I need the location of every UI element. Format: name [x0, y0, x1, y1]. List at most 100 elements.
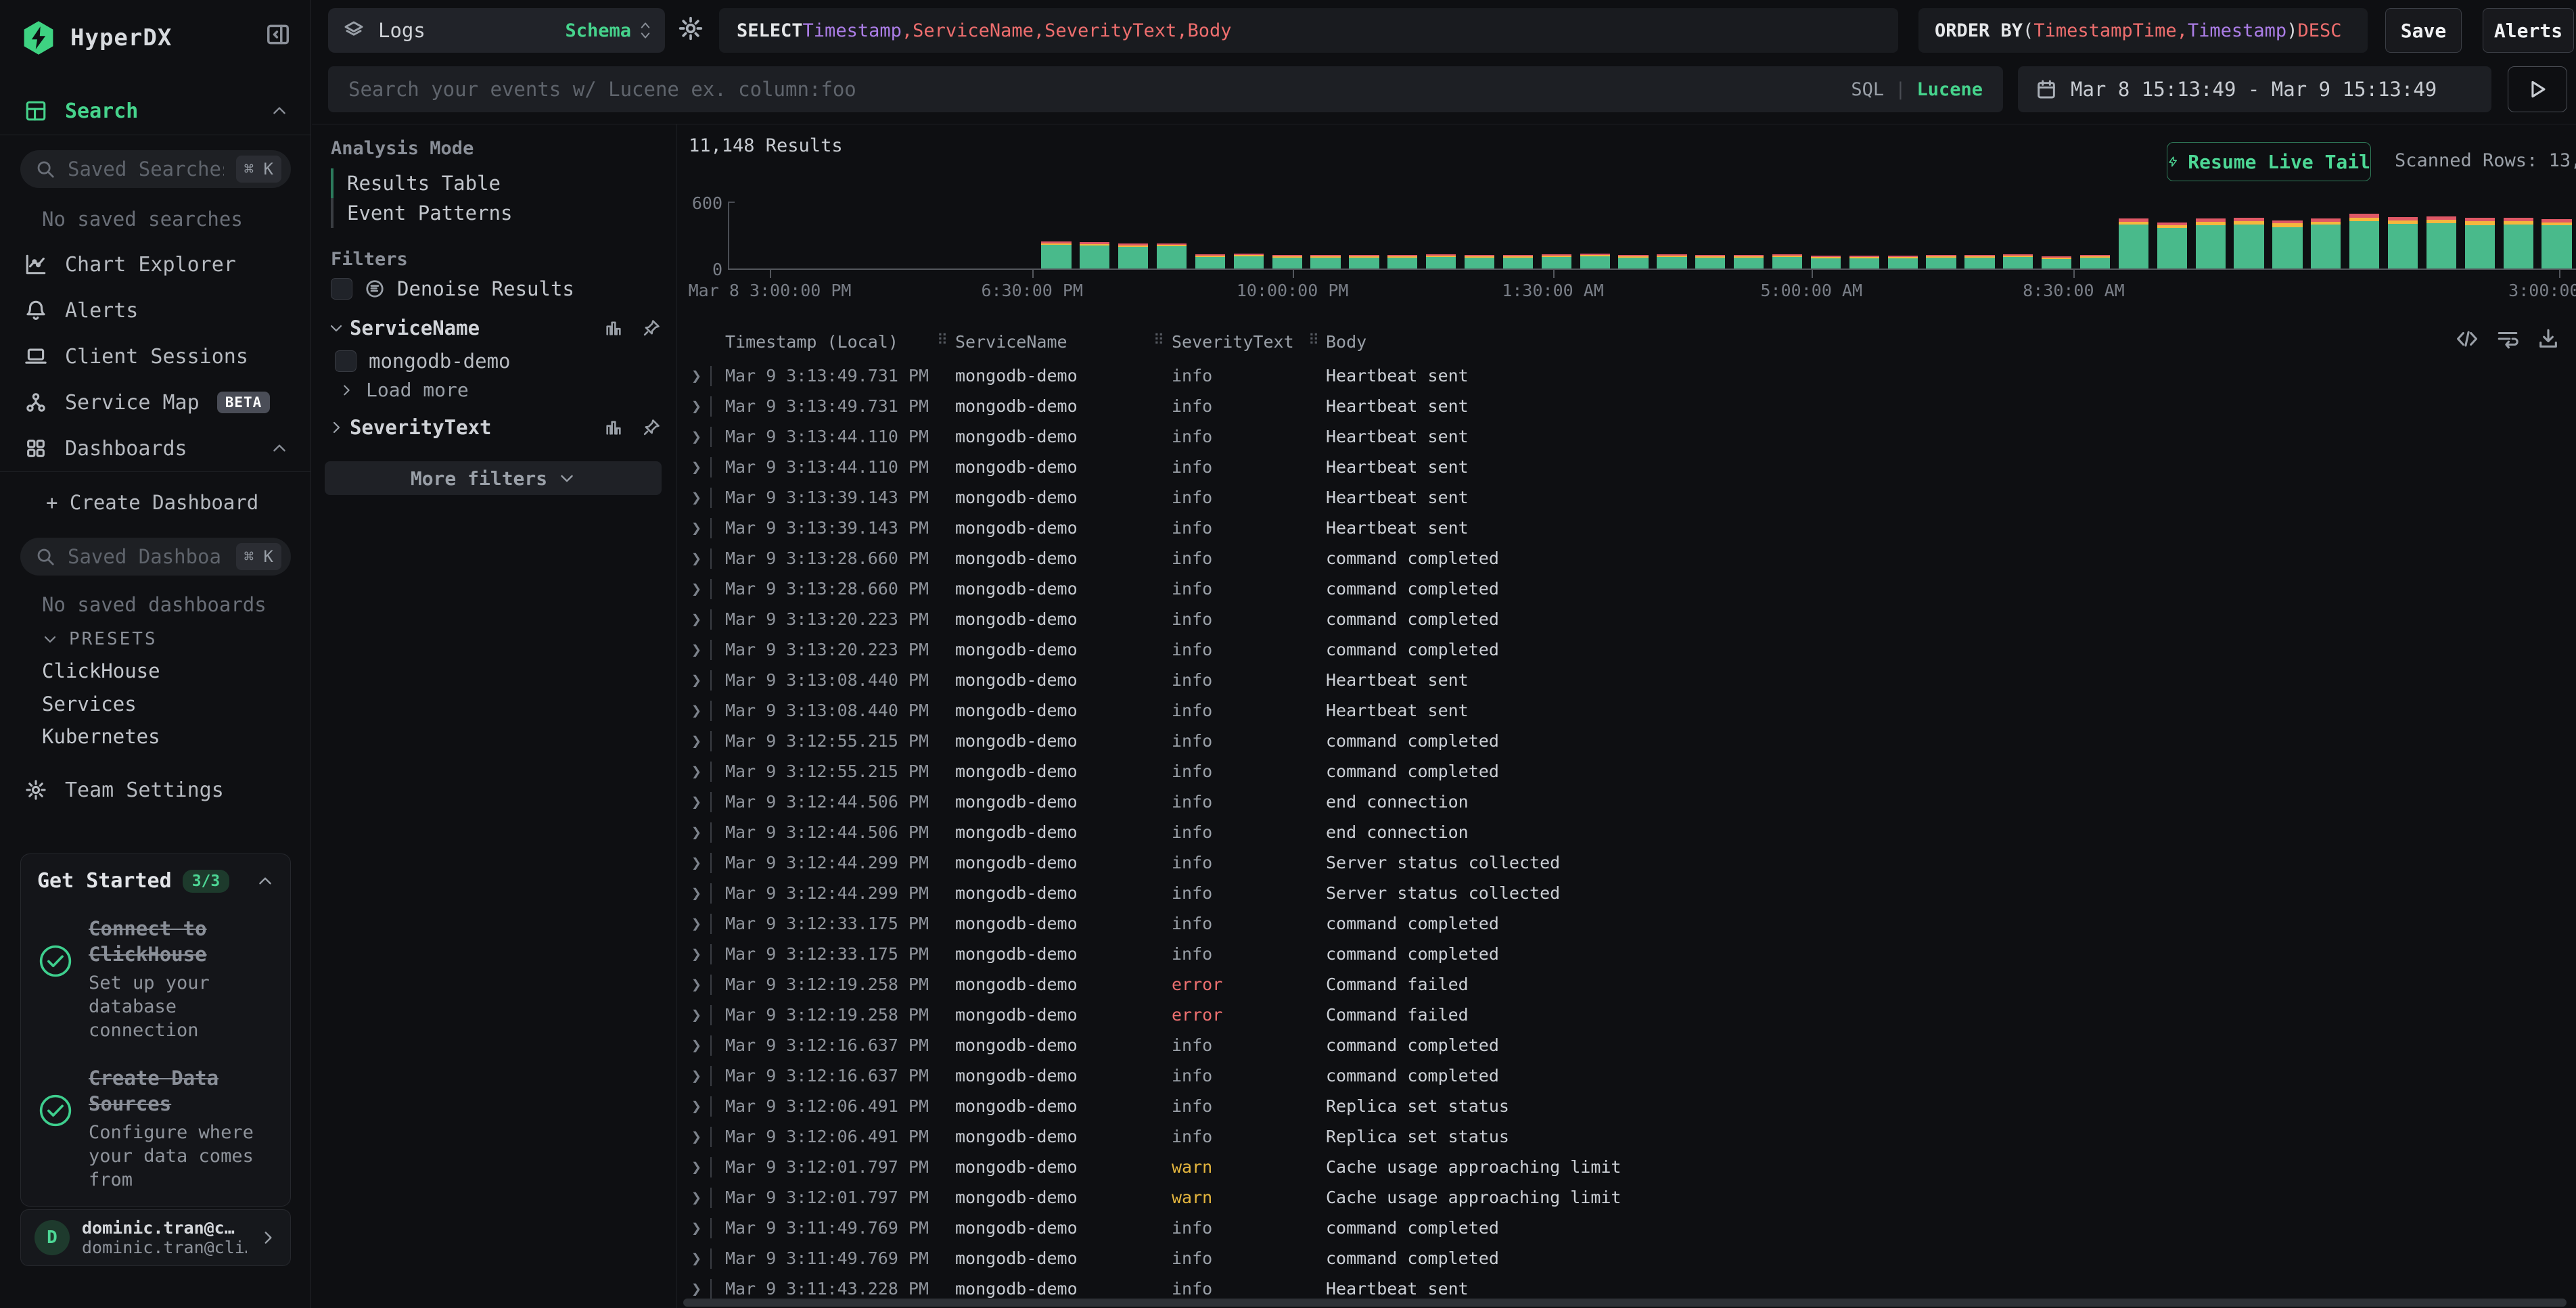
- log-row[interactable]: ❯Mar 9 3:12:55.215 PMmongodb-demoinfocom…: [683, 726, 2576, 756]
- event-search-input[interactable]: Search your events w/ Lucene ex. column:…: [328, 66, 2003, 112]
- histogram-bin[interactable]: [2038, 203, 2076, 268]
- alerts-button[interactable]: Alerts: [2483, 8, 2574, 53]
- pin-icon[interactable]: [642, 319, 661, 337]
- histogram-bin[interactable]: [2076, 203, 2115, 268]
- save-button[interactable]: Save: [2385, 8, 2462, 53]
- log-row[interactable]: ❯Mar 9 3:13:49.731 PMmongodb-demoinfoHea…: [683, 391, 2576, 421]
- pin-icon[interactable]: [642, 418, 661, 437]
- sidebar-item-chart-explorer[interactable]: Chart Explorer: [0, 246, 311, 283]
- drag-handle-icon[interactable]: ⠿: [1153, 332, 1162, 349]
- facet-servicename[interactable]: ServiceName: [328, 317, 661, 340]
- expand-row-chevron-icon[interactable]: ❯: [691, 1157, 702, 1177]
- expand-row-chevron-icon[interactable]: ❯: [691, 1066, 702, 1085]
- expand-row-chevron-icon[interactable]: ❯: [691, 853, 702, 872]
- log-row[interactable]: ❯Mar 9 3:12:44.299 PMmongodb-demoinfoSer…: [683, 878, 2576, 908]
- load-more-button[interactable]: Load more: [339, 379, 469, 401]
- expand-row-chevron-icon[interactable]: ❯: [691, 731, 702, 751]
- expand-row-chevron-icon[interactable]: ❯: [691, 609, 702, 629]
- expand-row-chevron-icon[interactable]: ❯: [691, 457, 702, 477]
- log-row[interactable]: ❯Mar 9 3:12:19.258 PMmongodb-demoerrorCo…: [683, 969, 2576, 1000]
- chevron-up-icon[interactable]: [271, 440, 288, 457]
- col-timestamp[interactable]: Timestamp (Local): [725, 332, 898, 352]
- log-row[interactable]: ❯Mar 9 3:13:20.223 PMmongodb-demoinfocom…: [683, 604, 2576, 634]
- more-filters-button[interactable]: More filters: [325, 461, 662, 495]
- log-row[interactable]: ❯Mar 9 3:12:33.175 PMmongodb-demoinfocom…: [683, 908, 2576, 939]
- histogram-bin[interactable]: [845, 203, 883, 268]
- presets-section-header[interactable]: PRESETS: [42, 629, 158, 649]
- create-dashboard-button[interactable]: + Create Dashboard: [0, 484, 311, 521]
- log-row[interactable]: ❯Mar 9 3:13:39.143 PMmongodb-demoinfoHea…: [683, 513, 2576, 543]
- expand-row-chevron-icon[interactable]: ❯: [691, 822, 702, 842]
- expand-row-chevron-icon[interactable]: ❯: [691, 762, 702, 781]
- drag-handle-icon[interactable]: ⠿: [1308, 332, 1316, 349]
- sidebar-item-search[interactable]: Search: [0, 92, 311, 130]
- sql-mode-option[interactable]: SQL: [1851, 79, 1884, 100]
- log-row[interactable]: ❯Mar 9 3:13:49.731 PMmongodb-demoinfoHea…: [683, 360, 2576, 391]
- histogram-bin[interactable]: [1960, 203, 1999, 268]
- sidebar-item-client-sessions[interactable]: Client Sessions: [0, 337, 311, 375]
- histogram-bin[interactable]: [1883, 203, 1922, 268]
- histogram-bin[interactable]: [2191, 203, 2230, 268]
- histogram-bin[interactable]: [1229, 203, 1268, 268]
- run-query-button[interactable]: [2508, 66, 2567, 112]
- query-language-toggle[interactable]: SQL | Lucene: [1851, 79, 1983, 100]
- expand-row-chevron-icon[interactable]: ❯: [691, 1188, 702, 1207]
- histogram-bin[interactable]: [1076, 203, 1114, 268]
- col-servicename[interactable]: ServiceName: [955, 332, 1067, 352]
- preset-item-clickhouse[interactable]: ClickHouse: [42, 659, 160, 682]
- histogram-bin[interactable]: [729, 203, 768, 268]
- chevron-up-icon[interactable]: [256, 872, 274, 890]
- log-row[interactable]: ❯Mar 9 3:12:44.506 PMmongodb-demoinfoend…: [683, 817, 2576, 847]
- histogram-bin[interactable]: [1537, 203, 1576, 268]
- expand-row-chevron-icon[interactable]: ❯: [691, 640, 702, 659]
- col-body[interactable]: Body: [1326, 332, 1366, 352]
- histogram-bin[interactable]: [1153, 203, 1191, 268]
- log-row[interactable]: ❯Mar 9 3:13:44.110 PMmongodb-demoinfoHea…: [683, 452, 2576, 482]
- histogram-bin[interactable]: [2345, 203, 2384, 268]
- log-row[interactable]: ❯Mar 9 3:12:06.491 PMmongodb-demoinfoRep…: [683, 1121, 2576, 1152]
- time-range-picker[interactable]: Mar 8 15:13:49 - Mar 9 15:13:49: [2018, 66, 2491, 112]
- log-row[interactable]: ❯Mar 9 3:12:01.797 PMmongodb-demowarnCac…: [683, 1152, 2576, 1182]
- histogram-bin[interactable]: [2153, 203, 2191, 268]
- histogram-bin[interactable]: [1114, 203, 1153, 268]
- histogram-bin[interactable]: [921, 203, 960, 268]
- expand-row-chevron-icon[interactable]: ❯: [691, 366, 702, 386]
- mode-event-patterns[interactable]: Event Patterns: [331, 198, 656, 228]
- histogram-bin[interactable]: [1922, 203, 1960, 268]
- expand-row-chevron-icon[interactable]: ❯: [691, 1096, 702, 1116]
- histogram-bin[interactable]: [960, 203, 998, 268]
- histogram-bin[interactable]: [1191, 203, 1230, 268]
- expand-row-chevron-icon[interactable]: ❯: [691, 792, 702, 812]
- histogram-bin[interactable]: [1768, 203, 1807, 268]
- histogram-bin[interactable]: [1306, 203, 1345, 268]
- expand-row-chevron-icon[interactable]: ❯: [691, 1005, 702, 1025]
- log-row[interactable]: ❯Mar 9 3:12:01.797 PMmongodb-demowarnCac…: [683, 1182, 2576, 1213]
- histogram[interactable]: [729, 203, 2576, 268]
- histogram-bin[interactable]: [1730, 203, 1768, 268]
- facet-value-mongodb-demo[interactable]: mongodb-demo: [335, 350, 511, 373]
- get-started-item-connect[interactable]: Connect to ClickHouse Set up your databa…: [37, 916, 274, 1042]
- download-icon[interactable]: [2537, 327, 2560, 350]
- histogram-bin[interactable]: [1807, 203, 1845, 268]
- histogram-bin[interactable]: [998, 203, 1037, 268]
- expand-row-chevron-icon[interactable]: ❯: [691, 1279, 702, 1299]
- sidebar-collapse-icon[interactable]: [265, 22, 291, 47]
- lucene-mode-option[interactable]: Lucene: [1916, 79, 1983, 100]
- col-severitytext[interactable]: SeverityText: [1172, 332, 1294, 352]
- order-by-input[interactable]: ORDER BY (TimestampTime, Timestamp) DESC: [1918, 8, 2368, 53]
- select-query-input[interactable]: SELECT Timestamp,ServiceName,SeverityTex…: [719, 8, 1898, 53]
- log-row[interactable]: ❯Mar 9 3:12:16.637 PMmongodb-demoinfocom…: [683, 1030, 2576, 1060]
- histogram-bin[interactable]: [1614, 203, 1653, 268]
- log-row[interactable]: ❯Mar 9 3:12:33.175 PMmongodb-demoinfocom…: [683, 939, 2576, 969]
- histogram-bin[interactable]: [2115, 203, 2153, 268]
- sidebar-item-team-settings[interactable]: Team Settings: [0, 771, 311, 809]
- log-row[interactable]: ❯Mar 9 3:12:06.491 PMmongodb-demoinfoRep…: [683, 1091, 2576, 1121]
- histogram-bin[interactable]: [1576, 203, 1614, 268]
- get-started-item-sources[interactable]: Create Data Sources Configure where your…: [37, 1065, 274, 1192]
- sidebar-item-dashboards[interactable]: Dashboards: [0, 429, 311, 467]
- preset-item-services[interactable]: Services: [42, 693, 137, 716]
- expand-row-chevron-icon[interactable]: ❯: [691, 1248, 702, 1268]
- log-row[interactable]: ❯Mar 9 3:12:19.258 PMmongodb-demoerrorCo…: [683, 1000, 2576, 1030]
- log-row[interactable]: ❯Mar 9 3:11:49.769 PMmongodb-demoinfocom…: [683, 1213, 2576, 1243]
- expand-row-chevron-icon[interactable]: ❯: [691, 914, 702, 933]
